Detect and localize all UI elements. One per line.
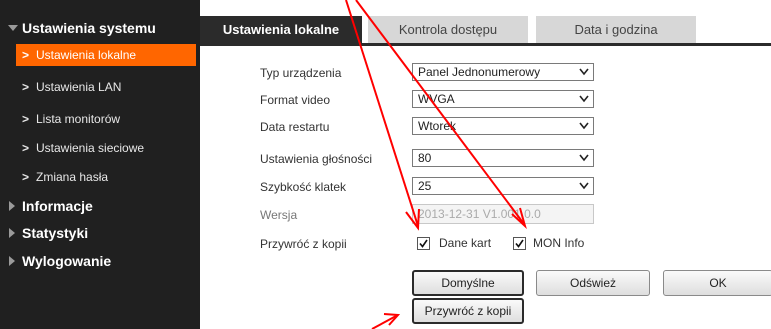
video-format-select[interactable]: WVGA [412,90,594,108]
checkmark-icon [515,239,524,248]
sidebar-item-lan-settings[interactable]: > Ustawienia LAN [16,76,196,98]
select-value: WVGA [418,92,455,106]
mon-info-checkbox-label: MON Info [533,236,585,250]
frame-rate-select[interactable]: 25 [412,177,594,195]
tab-date-time[interactable]: Data i godzina [536,16,696,43]
restore-from-backup-button[interactable]: Przywróć z kopii [412,298,524,324]
sidebar-header-label: Ustawienia systemu [22,20,156,36]
triangle-right-icon [9,201,15,211]
tab-bar: Ustawienia lokalne Kontrola dostępu Data… [200,16,771,46]
sidebar-item-network-settings[interactable]: > Ustawienia sieciowe [16,137,196,159]
dropdown-arrow-icon [579,68,589,76]
restart-date-label: Data restartu [260,120,330,134]
tab-label: Ustawienia lokalne [222,22,340,37]
triangle-right-icon [9,256,15,266]
select-value: 80 [418,151,432,165]
sidebar-section-statistics[interactable]: Statystyki [0,221,200,245]
version-field: 2013-12-31 V1.001.0.0 [412,204,594,224]
select-value: Panel Jednonumerowy [418,65,541,79]
dropdown-arrow-icon [579,95,589,103]
sidebar-item-label: Ustawienia lokalne [36,48,137,62]
sidebar: Ustawienia systemu > Ustawienia lokalne … [0,0,200,329]
chevron-right-icon: > [22,141,30,155]
tab-local-settings[interactable]: Ustawienia lokalne [200,16,362,43]
sidebar-item-label: Ustawienia sieciowe [36,141,145,155]
triangle-right-icon [9,228,15,238]
sidebar-item-change-password[interactable]: > Zmiana hasła [16,166,196,188]
dropdown-arrow-icon [579,122,589,130]
select-value: 25 [418,179,432,193]
restart-date-select[interactable]: Wtorek [412,117,594,135]
sidebar-item-label: Lista monitorów [36,112,121,126]
tab-label: Kontrola dostępu [398,22,498,37]
sidebar-section-information[interactable]: Informacje [0,194,200,218]
dropdown-arrow-icon [579,154,589,162]
volume-label: Ustawienia głośności [260,152,373,166]
select-value: Wtorek [418,119,457,133]
triangle-down-icon [8,25,18,31]
sidebar-section-label: Wylogowanie [22,253,112,269]
tab-access-control[interactable]: Kontrola dostępu [368,16,528,43]
sidebar-section-label: Statystyki [22,225,89,241]
volume-select[interactable]: 80 [412,149,594,167]
ok-button[interactable]: OK [663,270,771,296]
refresh-button[interactable]: Odśwież [536,270,650,296]
dropdown-arrow-icon [579,182,589,190]
device-type-select[interactable]: Panel Jednonumerowy [412,63,594,81]
mon-info-checkbox[interactable] [513,237,526,250]
version-label: Wersja [260,208,298,222]
sidebar-section-label: Informacje [22,198,93,214]
frame-rate-label: Szybkość klatek [260,180,347,194]
card-data-checkbox[interactable] [417,237,430,250]
card-data-checkbox-label: Dane kart [439,236,492,250]
device-type-label: Typ urządzenia [260,66,342,80]
sidebar-item-label: Ustawienia LAN [36,80,122,94]
checkmark-icon [419,239,428,248]
tab-label: Data i godzina [574,22,658,37]
sidebar-item-local-settings[interactable]: > Ustawienia lokalne [16,44,196,66]
sidebar-header-system-settings[interactable]: Ustawienia systemu [0,16,200,40]
restore-label: Przywróć z kopii [260,237,347,251]
video-format-label: Format video [260,93,331,107]
chevron-right-icon: > [22,112,30,126]
sidebar-item-label: Zmiana hasła [36,170,109,184]
chevron-right-icon: > [22,80,30,94]
chevron-right-icon: > [22,48,30,62]
sidebar-section-logout[interactable]: Wylogowanie [0,249,200,273]
default-button[interactable]: Domyślne [412,270,524,296]
chevron-right-icon: > [22,170,30,184]
sidebar-item-monitor-list[interactable]: > Lista monitorów [16,108,196,130]
